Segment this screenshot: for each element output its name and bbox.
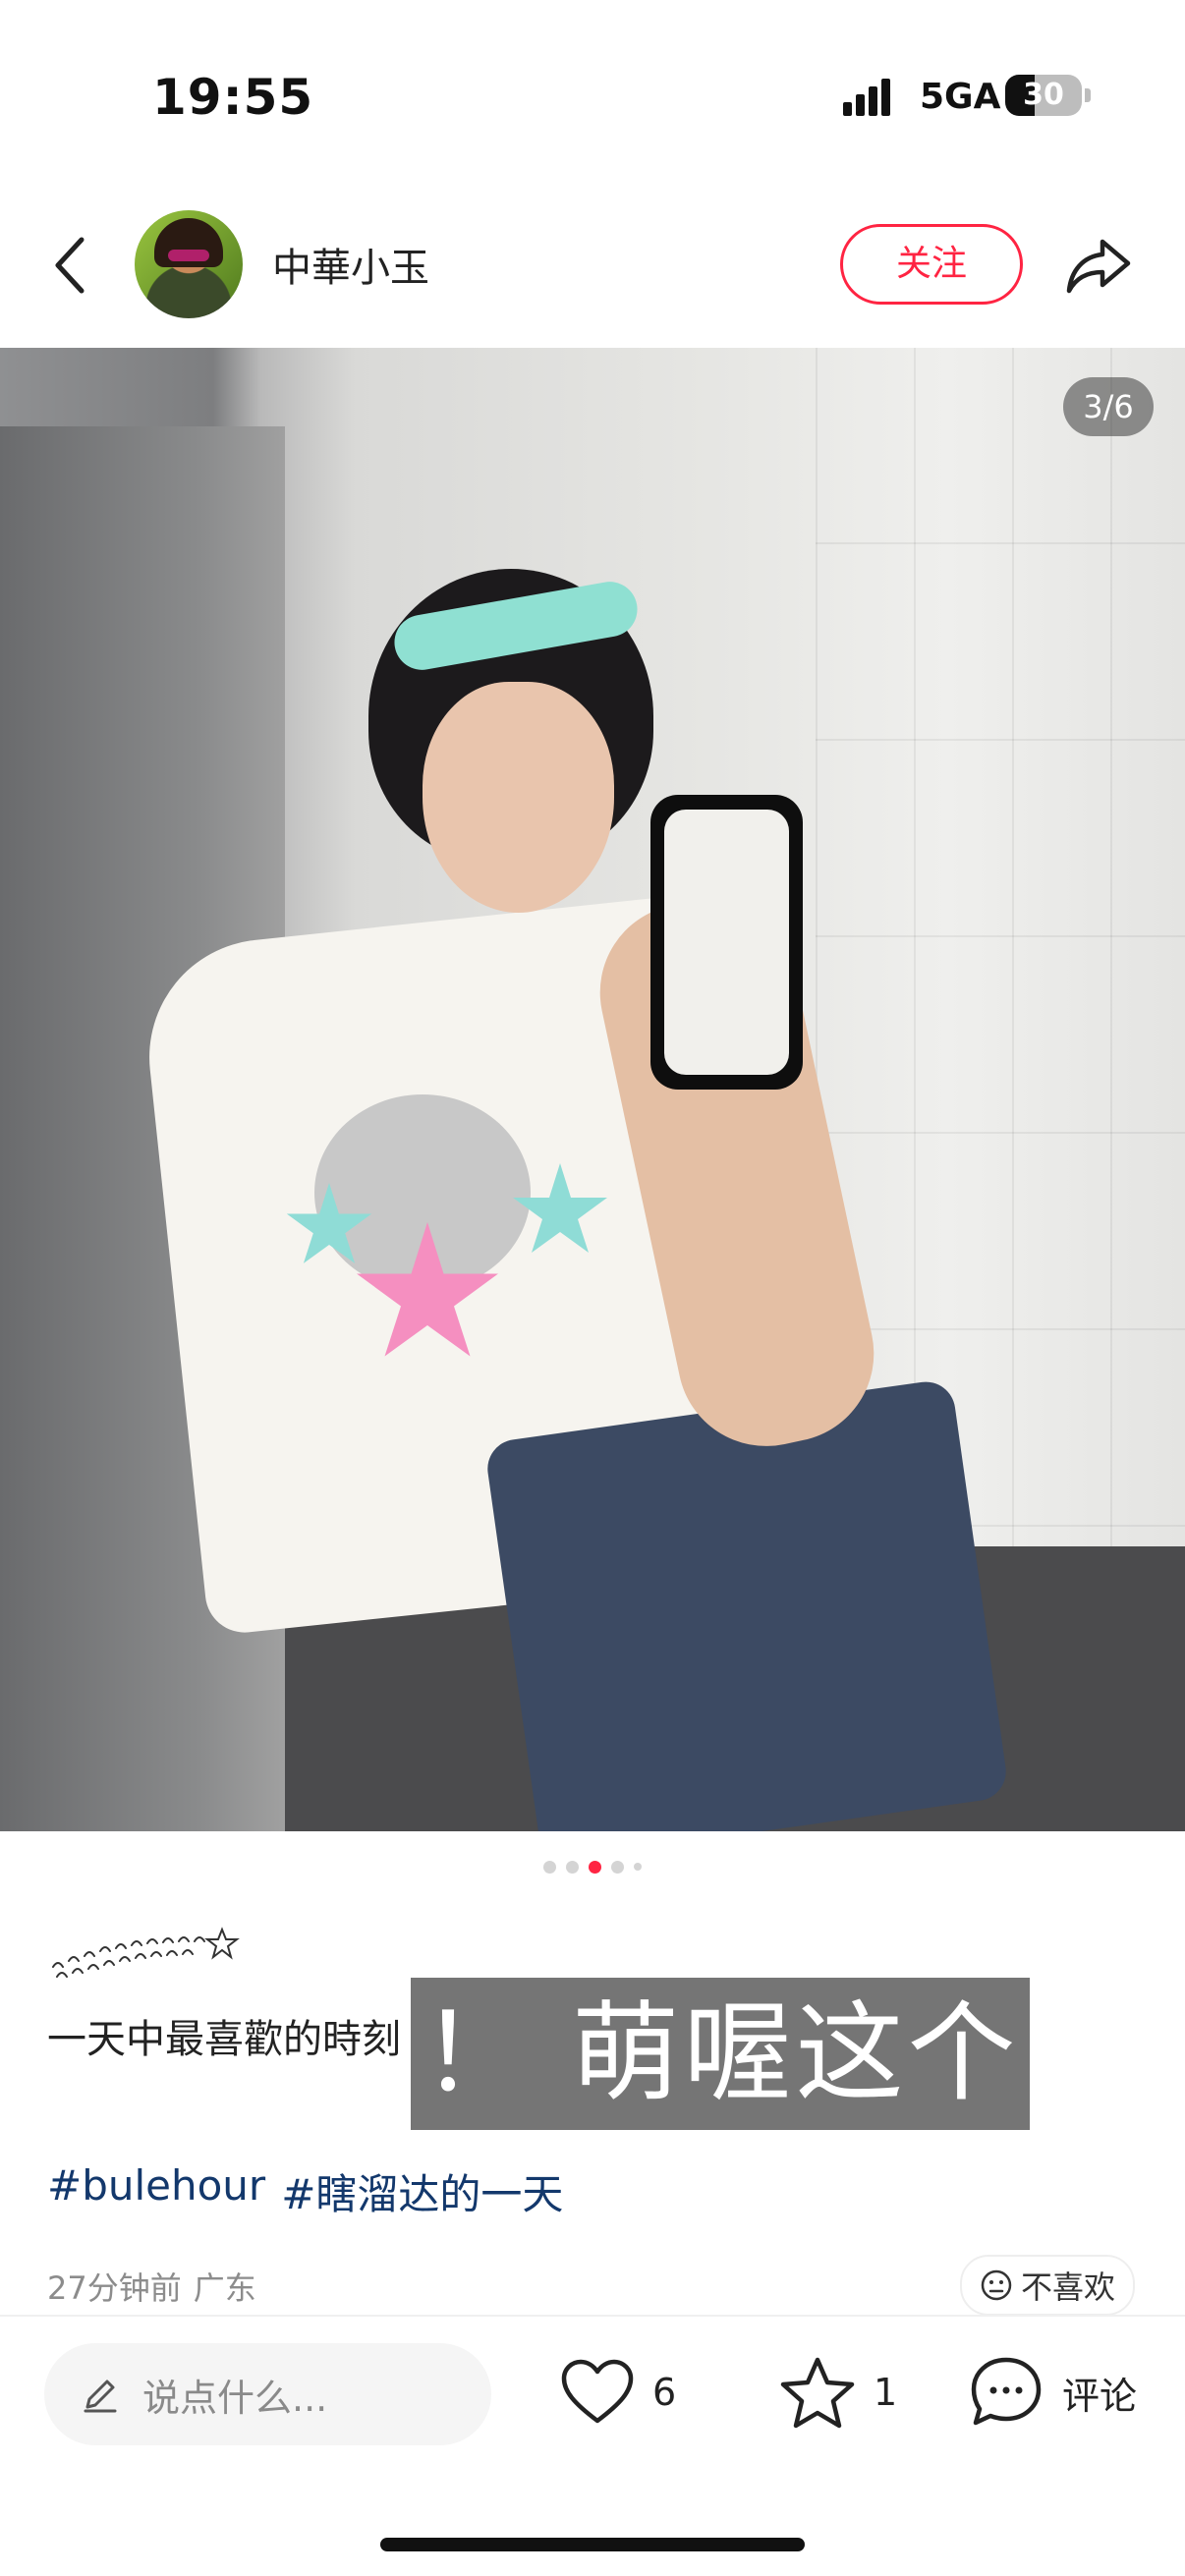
author-name[interactable]: 中華小玉	[272, 236, 429, 293]
follow-button[interactable]: 关注	[840, 224, 1023, 305]
comment-bubble-icon	[971, 2357, 1042, 2426]
image-page-counter: 3/6	[1063, 377, 1154, 436]
carousel-indicator	[0, 1859, 1185, 1875]
comment-label: 评论	[1062, 2374, 1138, 2418]
back-button[interactable]	[47, 226, 96, 305]
carousel-dot	[611, 1860, 624, 1874]
collect-button[interactable]: 1	[779, 2353, 897, 2432]
comment-input[interactable]: 说点什么...	[44, 2343, 491, 2445]
avatar[interactable]	[135, 210, 243, 318]
like-button[interactable]: 6	[560, 2353, 676, 2432]
divider	[0, 2315, 1185, 2317]
post-time: 27分钟前	[47, 2269, 182, 2307]
neutral-face-icon	[981, 2269, 1012, 2301]
share-icon	[1066, 239, 1131, 294]
comment-placeholder: 说点什么...	[142, 2376, 328, 2420]
pen-icon	[84, 2380, 117, 2413]
post-meta: 27分钟前 广东	[47, 2264, 256, 2309]
battery-icon: 30	[1005, 75, 1082, 116]
post-image[interactable]: 3/6	[0, 348, 1185, 1831]
like-count: 6	[652, 2371, 677, 2414]
share-button[interactable]	[1063, 230, 1134, 301]
post-description: 一天中最喜歡的時刻	[47, 2017, 401, 2062]
hashtag-link[interactable]: #bulehour	[47, 2161, 265, 2221]
star-icon	[780, 2357, 855, 2429]
signal-icon	[843, 77, 902, 116]
hashtag-link[interactable]: #瞎溜达的一天	[281, 2161, 563, 2221]
post-location: 广东	[193, 2269, 256, 2307]
doodle-decoration-icon	[52, 1927, 240, 1978]
network-type: 5GA	[920, 77, 1001, 117]
dislike-label: 不喜欢	[1021, 2268, 1116, 2306]
heart-icon	[561, 2359, 634, 2424]
overlay-comment-label: ！ 萌喔这个	[411, 1978, 1030, 2130]
battery-level: 30	[1023, 78, 1064, 112]
carousel-dot-active	[589, 1860, 601, 1874]
carousel-dot	[543, 1860, 556, 1874]
dislike-button[interactable]: 不喜欢	[960, 2255, 1136, 2316]
home-indicator	[380, 2538, 805, 2551]
post-header: 中華小玉 关注	[0, 187, 1185, 348]
carousel-dot	[634, 1863, 642, 1871]
collect-count: 1	[874, 2371, 898, 2414]
comment-button[interactable]: 评论	[968, 2353, 1137, 2432]
tag-list: #bulehour #瞎溜达的一天	[47, 2161, 563, 2221]
back-arrow-icon	[55, 237, 85, 294]
status-bar: 19:55 5GA 30	[0, 0, 1185, 187]
carousel-dot	[566, 1860, 579, 1874]
status-time: 19:55	[152, 69, 314, 126]
